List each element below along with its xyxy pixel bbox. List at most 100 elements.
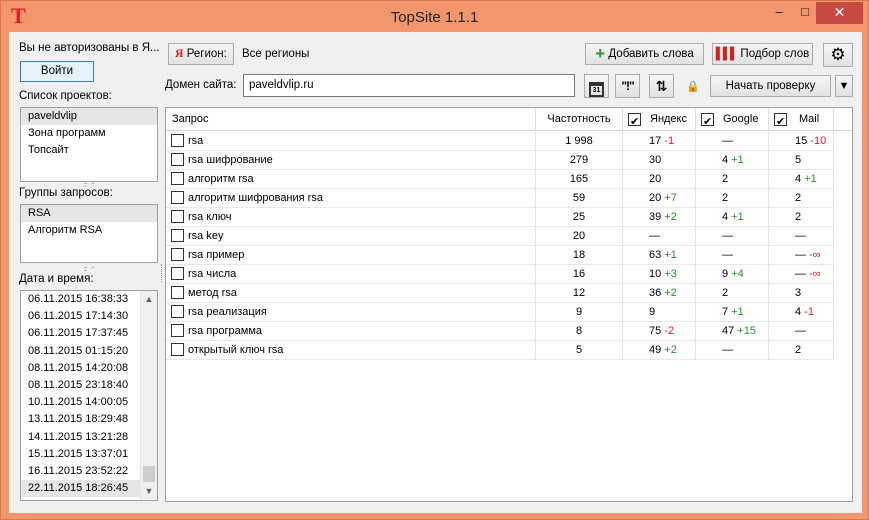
mail-position: 4 +1 — [769, 170, 834, 189]
calendar-button[interactable]: 31 — [584, 74, 609, 98]
row-checkbox[interactable] — [171, 248, 184, 261]
google-column-checkbox[interactable] — [701, 111, 714, 134]
date-item[interactable]: 06.11.2015 17:14:30 — [21, 308, 157, 325]
table-row[interactable]: rsa 1 998 17 -1—15 -10 — [166, 132, 834, 151]
date-item[interactable]: 13.11.2015 18:29:48 — [21, 411, 157, 428]
google-position-value: — — [722, 135, 733, 147]
project-item[interactable]: Зона программ — [21, 125, 157, 142]
projects-list[interactable]: paveldvlip Зона программ Топсайт — [20, 107, 158, 182]
domain-label: Домен сайта: — [165, 79, 237, 91]
dates-list[interactable]: 06.11.2015 16:38:33 06.11.2015 17:14:30 06… — [20, 290, 158, 501]
column-header-frequency[interactable]: Частотность — [536, 108, 623, 131]
maximize-button[interactable]: □ — [795, 2, 815, 24]
date-item[interactable]: 08.11.2015 23:18:40 — [21, 377, 157, 394]
row-checkbox[interactable] — [171, 134, 184, 147]
query-text: rsa key — [188, 230, 224, 242]
table-row[interactable]: rsa шифрование 279 30 4 +1 5 — [166, 151, 834, 170]
column-header-query[interactable]: Запрос — [166, 108, 536, 131]
column-header-mail[interactable]: Mail — [769, 108, 834, 134]
query-cell: алгоритм rsa — [166, 170, 536, 189]
settings-button[interactable]: ⚙ — [823, 43, 853, 67]
minimize-button[interactable]: – — [769, 2, 789, 24]
dates-label: Дата и время: — [19, 273, 94, 285]
yandex-position: 17 -1 — [623, 132, 696, 151]
region-button[interactable]: Я Регион: — [168, 43, 234, 65]
row-checkbox[interactable] — [171, 229, 184, 242]
date-item[interactable]: 06.11.2015 16:38:33 — [21, 291, 157, 308]
scroll-thumb[interactable] — [143, 466, 155, 482]
date-item[interactable]: 10.11.2015 14:00:05 — [21, 394, 157, 411]
row-checkbox[interactable] — [171, 267, 184, 280]
login-button[interactable]: Войти — [20, 61, 94, 82]
queries-table[interactable]: Запрос Частотность Яндекс Google Mail rs… — [165, 107, 853, 502]
row-checkbox[interactable] — [171, 191, 184, 204]
close-button[interactable]: ✕ — [816, 2, 863, 24]
pick-words-button[interactable]: ▌▌▌ Подбор слов — [712, 43, 813, 65]
row-checkbox[interactable] — [171, 210, 184, 223]
table-row[interactable]: алгоритм rsa 165 20 2 4 +1 — [166, 170, 834, 189]
date-item[interactable]: 08.11.2015 01:15:20 — [21, 343, 157, 360]
query-text: rsa ключ — [188, 211, 232, 223]
table-row[interactable]: rsa ключ 25 39 +2 4 +1 2 — [166, 208, 834, 227]
date-item[interactable]: 06.11.2015 17:37:45 — [21, 325, 157, 342]
date-item[interactable]: 22.11.2015 18:26:45 — [21, 480, 157, 498]
mail-position: — -∞ — [769, 265, 834, 284]
google-position: — — [696, 246, 769, 265]
scrollbar[interactable]: ▲ ▼ — [140, 291, 157, 500]
groups-list[interactable]: RSA Алгоритм RSA — [20, 204, 158, 263]
yandex-position-value: 49 — [649, 344, 662, 356]
date-item[interactable]: 15.11.2015 13:37:01 — [21, 446, 157, 463]
date-item[interactable]: 08.11.2015 14:20:08 — [21, 360, 157, 377]
google-position: 2 — [696, 170, 769, 189]
query-text: rsa реализация — [188, 306, 267, 318]
date-item[interactable]: 14.11.2015 13:21:28 — [21, 429, 157, 446]
sort-button[interactable]: ⇅ — [649, 74, 674, 98]
row-checkbox[interactable] — [171, 286, 184, 299]
scroll-down-icon[interactable]: ▼ — [141, 483, 157, 500]
domain-input[interactable]: paveldvlip.ru — [243, 74, 575, 97]
row-checkbox[interactable] — [171, 305, 184, 318]
query-text: алгоритм rsa — [188, 173, 254, 185]
title-bar[interactable]: T TopSite 1.1.1 – □ ✕ — [1, 1, 868, 32]
query-cell: алгоритм шифрования rsa — [166, 189, 536, 208]
mail-position-delta: -1 — [801, 306, 814, 318]
mail-position: 3 — [769, 284, 834, 303]
column-header-yandex[interactable]: Яндекс — [623, 108, 696, 134]
table-row[interactable]: открытый ключ rsa 5 49 +2—2 — [166, 341, 834, 360]
splitter-handle[interactable]: - - - — [84, 179, 98, 191]
date-item[interactable]: 16.11.2015 23:52:22 — [21, 463, 157, 480]
group-item[interactable]: RSA — [21, 205, 157, 222]
column-header-google[interactable]: Google — [696, 108, 769, 134]
row-checkbox[interactable] — [171, 172, 184, 185]
start-options-dropdown[interactable]: ▼ — [835, 75, 853, 97]
stopwords-button[interactable]: "!" — [615, 74, 640, 98]
google-position: 47 +15 — [696, 322, 769, 341]
mail-position: 15 -10 — [769, 132, 834, 151]
mail-position-value: 3 — [795, 287, 802, 299]
add-words-button[interactable]: + Добавить слова — [585, 43, 704, 65]
table-row[interactable]: rsa программа 8 75 -2 47 +15— — [166, 322, 834, 341]
yandex-column-checkbox[interactable] — [628, 111, 641, 134]
splitter-handle[interactable]: - - - — [84, 263, 98, 275]
table-row[interactable]: rsa числа 16 10 +3 9 +4— -∞ — [166, 265, 834, 284]
mail-column-checkbox[interactable] — [774, 111, 787, 134]
group-item[interactable]: Алгоритм RSA — [21, 222, 157, 239]
table-row[interactable]: алгоритм шифрования rsa 59 20 +7 2 2 — [166, 189, 834, 208]
table-row[interactable]: rsa пример 18 63 +1— — -∞ — [166, 246, 834, 265]
scroll-up-icon[interactable]: ▲ — [141, 291, 157, 308]
row-checkbox[interactable] — [171, 343, 184, 356]
table-row[interactable]: rsa реализация 9 9 7 +1 4 -1 — [166, 303, 834, 322]
row-checkbox[interactable] — [171, 324, 184, 337]
google-position: — — [696, 132, 769, 151]
project-item[interactable]: Топсайт — [21, 142, 157, 159]
vertical-splitter-handle[interactable] — [161, 264, 164, 282]
lock-icon[interactable]: 🔒 — [686, 80, 700, 93]
query-text: rsa числа — [188, 268, 237, 280]
table-row[interactable]: метод rsa 12 36 +2 2 3 — [166, 284, 834, 303]
table-row[interactable]: rsa key 20 — — — — [166, 227, 834, 246]
project-item[interactable]: paveldvlip — [21, 108, 157, 125]
start-check-button[interactable]: Начать проверку — [710, 75, 831, 97]
mail-position-value: 15 — [795, 135, 808, 147]
mail-position: — — [769, 322, 834, 341]
row-checkbox[interactable] — [171, 153, 184, 166]
